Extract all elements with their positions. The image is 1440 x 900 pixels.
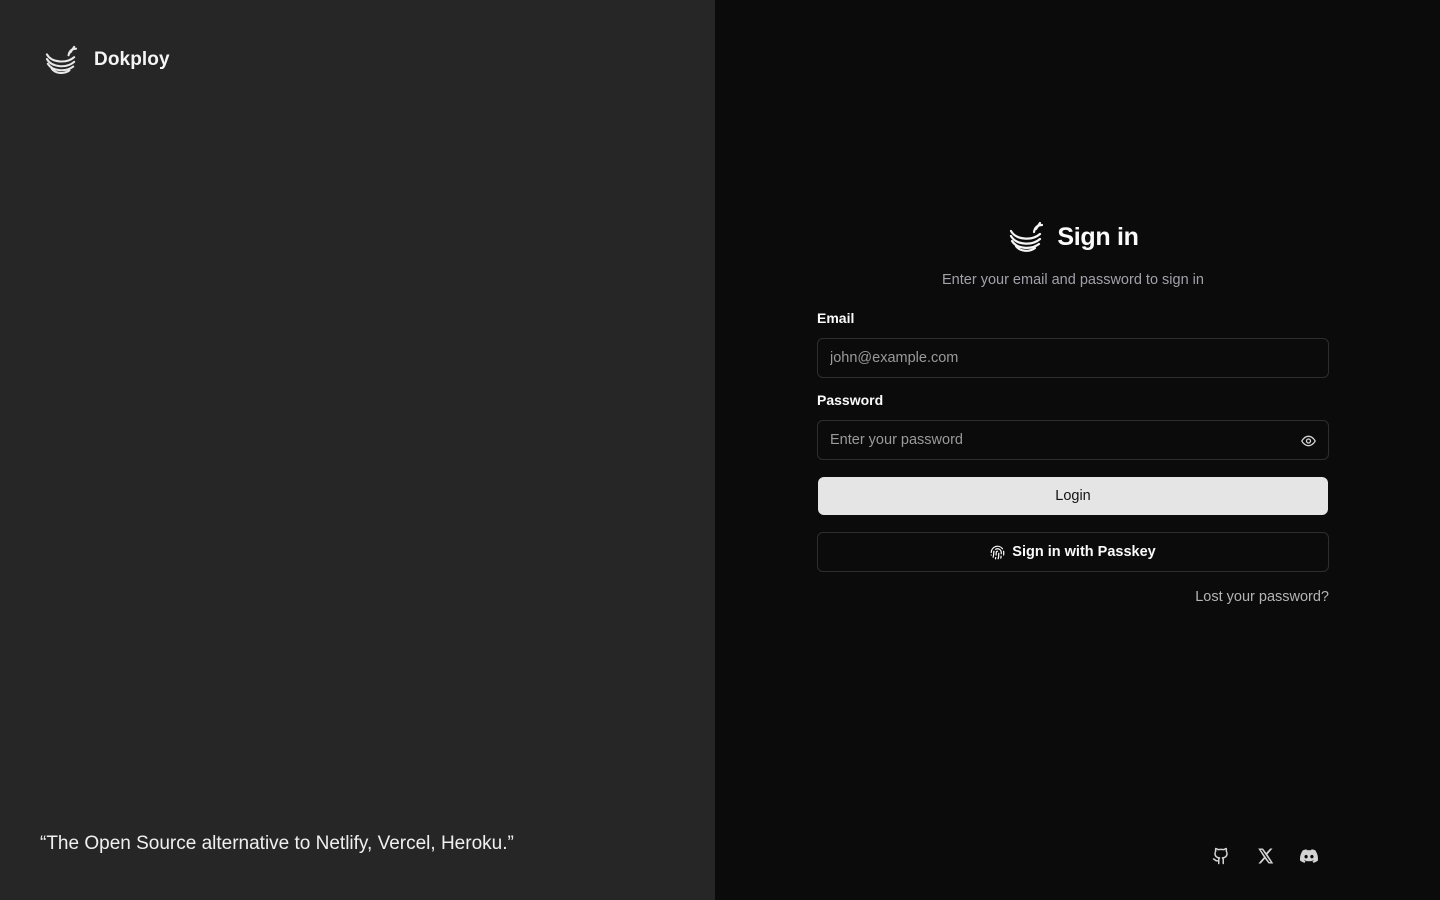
email-field[interactable]	[818, 339, 1328, 377]
brand-panel: Dokploy “The Open Source alternative to …	[0, 0, 715, 900]
eye-icon[interactable]	[1300, 433, 1317, 449]
email-label: Email	[817, 310, 855, 326]
x-link[interactable]	[1255, 846, 1275, 866]
brand-header[interactable]: Dokploy	[44, 44, 170, 76]
passkey-button-label: Sign in with Passkey	[1012, 544, 1156, 560]
brand-name: Dokploy	[94, 49, 170, 70]
fingerprint-icon	[990, 545, 1005, 559]
dokploy-logo-icon	[1010, 221, 1044, 252]
signin-title: Sign in	[1057, 222, 1139, 251]
password-field[interactable]	[818, 421, 1328, 459]
discord-icon	[1300, 849, 1319, 863]
x-icon	[1258, 848, 1274, 864]
lost-password-link[interactable]: Lost your password?	[1129, 589, 1329, 605]
signin-header: Sign in Enter your email and password to…	[817, 220, 1329, 288]
brand-tagline: “The Open Source alternative to Netlify,…	[40, 833, 514, 854]
login-button[interactable]: Login	[818, 477, 1328, 515]
password-field-wrapper	[817, 420, 1329, 460]
dokploy-logo-icon	[45, 45, 78, 74]
github-link[interactable]	[1211, 846, 1231, 866]
signin-subtitle: Enter your email and password to sign in	[942, 272, 1204, 288]
passkey-button[interactable]: Sign in with Passkey	[817, 532, 1329, 572]
password-label: Password	[817, 392, 884, 408]
discord-link[interactable]	[1298, 846, 1320, 866]
github-icon	[1212, 847, 1228, 865]
signin-title-row: Sign in	[817, 220, 1329, 254]
email-field-wrapper	[817, 338, 1329, 378]
